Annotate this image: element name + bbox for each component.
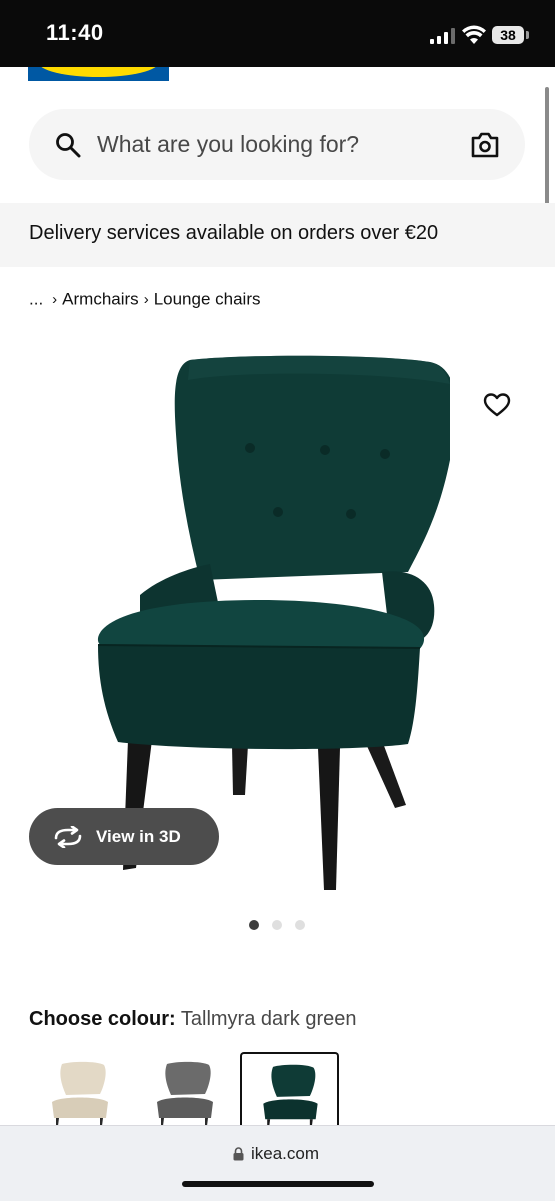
home-indicator[interactable] xyxy=(182,1181,374,1187)
colour-swatch-dark-green[interactable] xyxy=(240,1052,339,1134)
chair-thumbnail-dark-green xyxy=(263,1064,318,1127)
chevron-right-icon: › xyxy=(52,291,58,309)
carousel-dot-2[interactable] xyxy=(272,920,282,930)
cellular-signal-icon xyxy=(430,28,455,44)
browser-url[interactable]: ikea.com xyxy=(251,1144,319,1164)
chair-thumbnail-grey xyxy=(157,1061,213,1126)
breadcrumb: ... › Armchairs › Lounge chairs xyxy=(29,289,261,310)
battery-nub xyxy=(526,31,529,39)
chevron-right-icon: › xyxy=(143,291,149,309)
carousel-dot-1[interactable] xyxy=(249,920,259,930)
colour-heading-label: Choose colour: xyxy=(29,1008,176,1030)
search-icon xyxy=(56,133,81,158)
view-in-3d-label: View in 3D xyxy=(96,827,181,846)
breadcrumb-item-lounge-chairs[interactable]: Lounge chairs xyxy=(154,290,261,309)
colour-selected-value: Tallmyra dark green xyxy=(180,1008,357,1030)
lock-icon xyxy=(233,1147,244,1161)
camera-icon[interactable] xyxy=(470,131,500,159)
breadcrumb-ellipsis[interactable]: ... xyxy=(29,290,43,309)
heart-icon[interactable] xyxy=(483,392,511,418)
scrollbar[interactable] xyxy=(545,87,549,219)
chair-thumbnail-beige xyxy=(52,1061,108,1126)
colour-swatch-grey[interactable] xyxy=(135,1052,233,1132)
breadcrumb-item-armchairs[interactable]: Armchairs xyxy=(62,290,139,309)
status-bar: 11:40 38 xyxy=(0,0,555,67)
status-time: 11:40 xyxy=(46,20,104,45)
battery-indicator: 38 xyxy=(492,26,524,44)
rotate-3d-icon xyxy=(54,826,82,848)
delivery-banner-text: Delivery services available on orders ov… xyxy=(29,222,439,244)
colour-swatch-beige[interactable] xyxy=(30,1052,128,1132)
search-placeholder: What are you looking for? xyxy=(97,131,360,157)
carousel-dot-3[interactable] xyxy=(295,920,305,930)
ikea-logo[interactable] xyxy=(28,67,169,81)
wifi-icon xyxy=(462,25,486,44)
colour-heading: Choose colour: Tallmyra dark green xyxy=(29,1008,357,1031)
